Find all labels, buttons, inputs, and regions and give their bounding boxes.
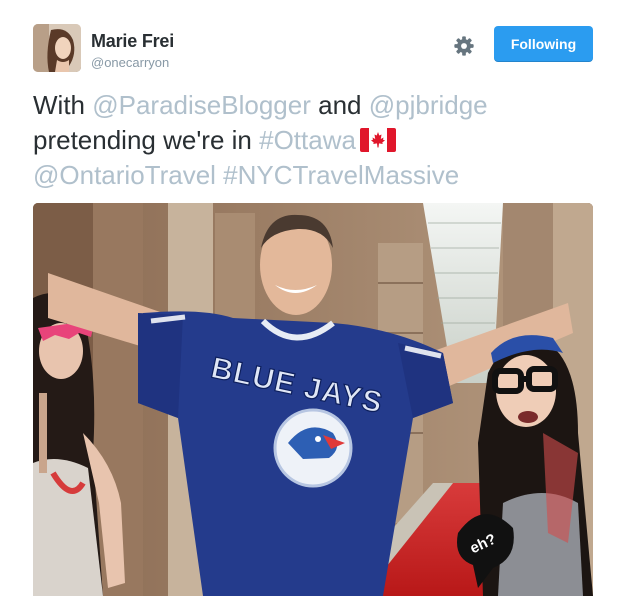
tweet-header: Marie Frei @onecarryon Following [33,24,593,76]
text-word-and: and [318,90,362,120]
text-word-with: With [33,90,85,120]
mention-paradiseblogger[interactable]: @ParadiseBlogger [92,90,311,120]
author-name[interactable]: Marie Frei [91,31,174,52]
author-handle[interactable]: @onecarryon [91,55,169,70]
text-phrase: pretending we're in [33,125,252,155]
gear-icon[interactable] [453,35,475,57]
canada-flag-icon [359,128,396,152]
tweet-photo[interactable]: BLUE JAYS eh? [33,203,593,596]
mention-pjbridge[interactable]: @pjbridge [369,90,488,120]
hashtag-nyctravelmassive[interactable]: #NYCTravelMassive [223,160,459,190]
hashtag-ottawa[interactable]: #Ottawa [259,125,356,155]
tweet-text: With @ParadiseBlogger and @pjbridge pret… [33,88,603,193]
following-button[interactable]: Following [494,26,593,62]
author-avatar[interactable] [33,24,81,72]
mention-ontariotravel[interactable]: @OntarioTravel [33,160,216,190]
